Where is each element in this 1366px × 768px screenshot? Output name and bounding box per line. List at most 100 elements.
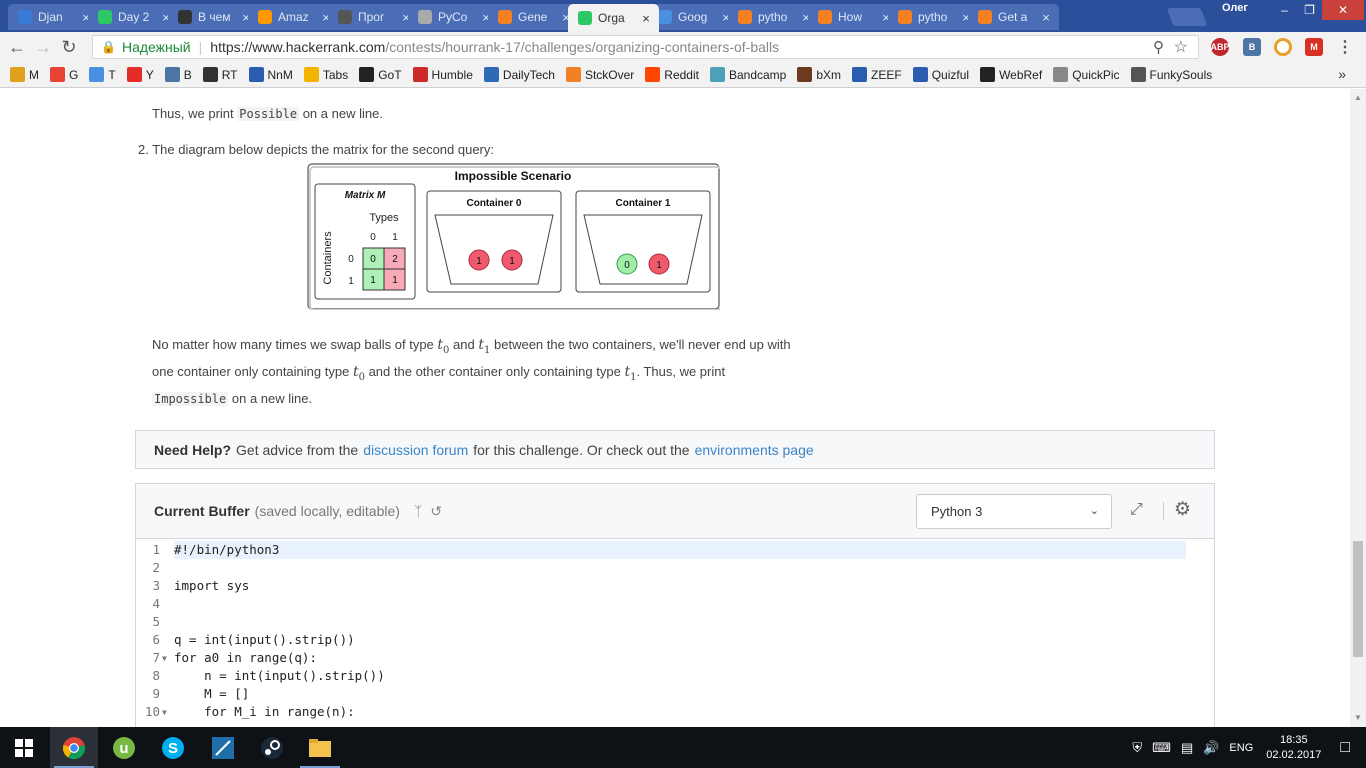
browser-tab[interactable]: pytho × [728, 4, 819, 30]
clock[interactable]: 18:35 02.02.2017 [1266, 733, 1321, 763]
start-button[interactable] [0, 727, 48, 768]
scroll-down-icon[interactable]: ▼ [1354, 713, 1362, 722]
bookmark-item[interactable]: Bandcamp [709, 67, 786, 82]
fold-icon[interactable]: ▼ [162, 650, 167, 668]
browser-tab[interactable]: PyCo × [408, 4, 499, 30]
bookmark-item[interactable]: GoT [359, 67, 402, 82]
browser-tab[interactable]: How × [808, 4, 899, 30]
bookmark-item[interactable]: bXm [797, 67, 841, 82]
menu-icon[interactable]: ⋮ [1336, 38, 1354, 56]
bookmark-item[interactable]: FunkySouls [1130, 67, 1212, 82]
notifications-icon[interactable]: □ [1340, 739, 1350, 757]
bookmark-item[interactable]: NnM [248, 67, 293, 82]
browser-tab[interactable]: Get a × [968, 4, 1059, 30]
code-line[interactable]: 6 q = int(input().strip()) [136, 631, 1216, 649]
profile-name[interactable]: Олег [1222, 2, 1248, 14]
restore-button[interactable]: ❐ [1297, 0, 1322, 20]
math-t1: t1 [624, 363, 637, 383]
cell-text: 1 [392, 275, 398, 286]
bookmark-item[interactable]: Y [126, 67, 154, 82]
reddit-icon [645, 67, 661, 82]
browser-tab[interactable]: Goog × [648, 4, 739, 30]
code-line[interactable]: 3 import sys [136, 577, 1216, 595]
bookmark-item[interactable]: QuickPic [1053, 67, 1120, 82]
adblock-icon[interactable]: ABP [1211, 38, 1230, 56]
bookmark-item[interactable]: Quizful [912, 67, 969, 82]
bookmark-item[interactable]: T [89, 67, 116, 82]
browser-tab[interactable]: Orga × [568, 4, 659, 32]
code-line[interactable]: 8 n = int(input().strip()) [136, 667, 1216, 685]
shield-icon[interactable]: ⛨ [1132, 740, 1142, 756]
col-header-0: 0 [370, 232, 376, 243]
skype-taskbar-icon[interactable]: S [149, 727, 197, 768]
history-icon[interactable]: ↺ [430, 503, 442, 520]
volume-icon[interactable]: 🔊 [1203, 740, 1219, 756]
steam-taskbar-icon[interactable] [248, 727, 296, 768]
bookmark-item[interactable]: Tabs [303, 67, 348, 82]
fold-icon[interactable]: ▼ [162, 704, 167, 722]
browser-tab[interactable]: Djan × [8, 4, 99, 30]
chrome-extension-icon[interactable] [1274, 38, 1292, 56]
close-window-button[interactable]: ✕ [1322, 0, 1364, 20]
pycharm-taskbar-icon[interactable] [199, 727, 247, 768]
code-line[interactable]: 5 [136, 613, 1216, 631]
scrollbar-thumb[interactable] [1353, 541, 1363, 657]
scrollbar[interactable]: ▲ ▼ [1350, 89, 1366, 727]
bookmark-star-icon[interactable]: ☆ [1174, 37, 1188, 57]
code-line[interactable]: 2 [136, 559, 1216, 577]
bookmark-item[interactable]: G [50, 67, 78, 82]
network-icon[interactable]: ▤ [1181, 740, 1193, 756]
bookmark-item[interactable]: Humble [412, 67, 473, 82]
bookmark-item[interactable]: WebRef [980, 67, 1042, 82]
bookmark-item[interactable]: ZEEF [852, 67, 902, 82]
branch-icon[interactable]: ᛉ [414, 503, 422, 519]
gmail-icon[interactable]: M [1305, 38, 1323, 56]
browser-tab[interactable]: Day 2 × [88, 4, 179, 30]
bookmark-item[interactable]: RT [202, 67, 238, 82]
code-text: for M_i in range(n): [174, 704, 355, 719]
bookmark-item[interactable]: StckOver [565, 67, 634, 82]
code-line[interactable]: 7 ▼ for a0 in range(q): [136, 649, 1216, 667]
bookmark-item[interactable]: Reddit [645, 67, 699, 82]
utorrent-taskbar-icon[interactable]: u [100, 727, 148, 768]
browser-tab[interactable]: Gene × [488, 4, 579, 30]
browser-tab[interactable]: Прог × [328, 4, 419, 30]
browser-tab[interactable]: Amaz × [248, 4, 339, 30]
browser-tab[interactable]: pytho × [888, 4, 979, 30]
code-line[interactable]: 9 M = [] [136, 685, 1216, 703]
bookmark-item[interactable]: B [164, 67, 192, 82]
new-tab-button[interactable] [1166, 8, 1208, 26]
back-button[interactable]: ← [4, 34, 30, 60]
language-indicator[interactable]: ENG [1229, 742, 1253, 754]
scroll-up-icon[interactable]: ▲ [1354, 93, 1362, 102]
container-1-label: Container 1 [615, 198, 670, 209]
gear-icon[interactable]: ⚙ [1174, 498, 1191, 521]
code-line[interactable]: 1 #!/bin/python3 [136, 541, 1216, 559]
code-line[interactable]: 4 [136, 595, 1216, 613]
browser-tab[interactable]: В чем × [168, 4, 259, 30]
possible-line: Thus, we print Possible on a new line. [152, 103, 383, 125]
code-line[interactable]: 10 ▼ for M_i in range(n): [136, 703, 1216, 721]
zeef-icon [852, 67, 868, 82]
chrome-taskbar-icon[interactable] [50, 727, 98, 768]
keyboard-icon[interactable]: ⌨ [1152, 740, 1171, 756]
vk-extension-icon[interactable]: B [1243, 38, 1261, 56]
file-explorer-taskbar-icon[interactable] [296, 727, 344, 768]
language-select[interactable]: Python 3 ⌄ [916, 494, 1112, 529]
bookmarks-overflow-icon[interactable]: » [1338, 66, 1346, 82]
forward-button[interactable]: → [30, 34, 56, 60]
address-bar[interactable]: 🔒 Надежный | https://www.hackerrank.com /… [92, 35, 1199, 59]
fullscreen-icon[interactable]: ⤢ [1130, 501, 1143, 519]
discussion-forum-link[interactable]: discussion forum [363, 442, 468, 458]
bookmark-item[interactable]: DailyTech [483, 67, 555, 82]
zoom-icon[interactable]: ⚲ [1153, 38, 1164, 56]
environments-page-link[interactable]: environments page [695, 442, 814, 458]
bookmark-item[interactable]: M [10, 67, 39, 82]
minimize-button[interactable]: – [1272, 0, 1297, 20]
reload-button[interactable]: ↻ [56, 34, 82, 60]
close-tab-icon[interactable]: × [1039, 10, 1053, 25]
code-area[interactable]: 1 #!/bin/python3 2 3 import sys 4 5 6 q = int(in… [136, 541, 1216, 721]
text: on a new line. [302, 106, 383, 121]
matrix-title: Matrix M [345, 190, 386, 201]
close-tab-icon[interactable]: × [639, 11, 653, 26]
